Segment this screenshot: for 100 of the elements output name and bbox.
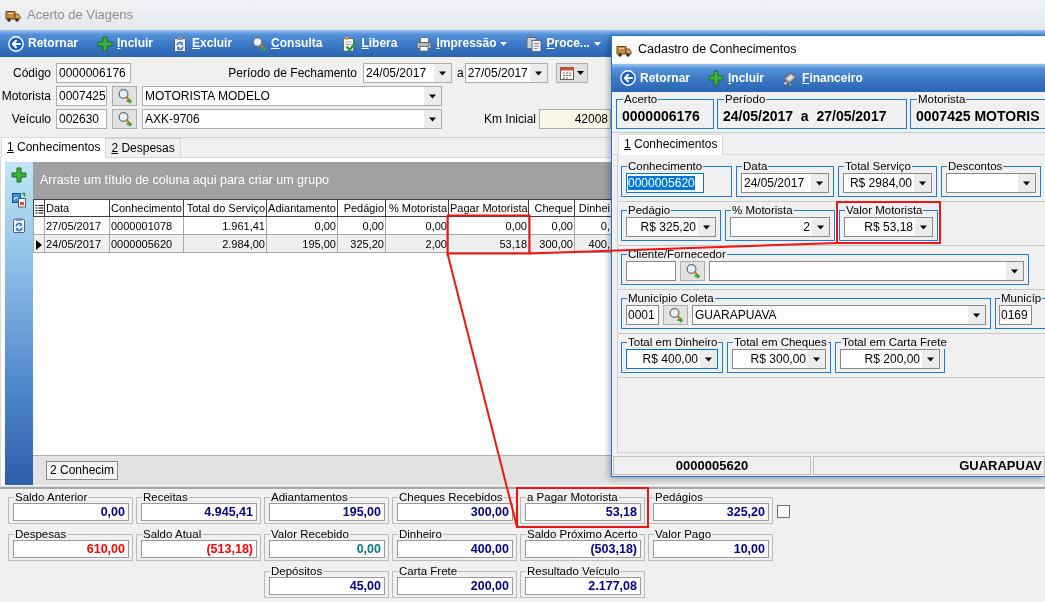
header-value: 0007425 MOTORIS xyxy=(916,107,1041,126)
search-icon xyxy=(116,111,133,127)
dropdown-field[interactable] xyxy=(946,173,1036,193)
printer-icon[interactable] xyxy=(416,35,433,52)
caret-icon[interactable] xyxy=(1018,174,1035,192)
documents-icon[interactable] xyxy=(526,35,543,52)
clipboard-icon[interactable] xyxy=(172,35,189,52)
group-title: Saldo Atual xyxy=(142,528,203,540)
value-field: 400,00 xyxy=(397,540,513,558)
input-field[interactable]: 0000005620 xyxy=(626,173,704,193)
dropdown-field[interactable]: 24/05/2017 xyxy=(363,63,452,83)
input-field[interactable]: 0007425 xyxy=(56,86,107,106)
row-header[interactable] xyxy=(33,216,45,235)
group-title: Despesas xyxy=(14,528,68,540)
clipboard-icon[interactable] xyxy=(11,217,27,233)
input-field[interactable]: 42008 xyxy=(539,109,611,129)
toolbar-button[interactable]: Incluir xyxy=(706,64,767,92)
dropdown-field[interactable]: AXK-9706 xyxy=(142,109,442,129)
value-field: (513,18) xyxy=(141,540,257,558)
caret-icon[interactable] xyxy=(698,218,715,236)
toolbar-button[interactable]: Retornar xyxy=(6,30,80,57)
dropdown-field[interactable]: R$ 325,20 xyxy=(626,217,716,237)
caret-icon[interactable] xyxy=(914,174,931,192)
dropdown-field[interactable]: 27/05/2017 xyxy=(464,63,548,83)
toolbar-button[interactable]: Libera xyxy=(339,30,400,57)
dropdown-field[interactable]: R$ 400,00 xyxy=(626,349,718,369)
search-icon[interactable] xyxy=(251,35,268,52)
dropdown-field[interactable]: R$ 200,00 xyxy=(840,349,940,369)
value-field: 0,00 xyxy=(13,503,129,521)
search-icon xyxy=(667,307,684,323)
caret-icon[interactable] xyxy=(576,71,584,75)
caret-icon[interactable] xyxy=(434,64,451,82)
input-field[interactable] xyxy=(626,261,676,281)
value-field: 300,00 xyxy=(397,503,513,521)
header-value: 0000006176 xyxy=(622,107,701,126)
dropdown-field[interactable]: MOTORISTA MODELO xyxy=(142,86,442,106)
calendar-icon[interactable] xyxy=(558,65,575,81)
row-header[interactable] xyxy=(33,234,45,253)
caret-icon[interactable] xyxy=(1006,262,1023,280)
dropdown-field[interactable] xyxy=(709,261,1024,281)
plus-icon[interactable] xyxy=(11,167,27,183)
caret-icon[interactable] xyxy=(915,218,932,236)
column-header[interactable]: Adiantamento xyxy=(266,199,338,217)
input-field[interactable]: 0000006176 xyxy=(56,63,131,83)
input-field[interactable]: 0001 xyxy=(626,305,659,325)
field-label: Descontos xyxy=(947,160,1004,173)
input-field[interactable]: 0169 xyxy=(999,305,1032,325)
lookup-button[interactable] xyxy=(663,305,688,325)
back-icon[interactable] xyxy=(620,70,636,86)
checklist-icon[interactable] xyxy=(341,35,358,52)
toolbar-button[interactable]: Financeiro xyxy=(780,64,865,92)
back-icon[interactable] xyxy=(8,35,24,52)
input-field[interactable]: 002630 xyxy=(56,109,107,129)
field-label: Km Inicial xyxy=(484,111,536,127)
caret-icon[interactable] xyxy=(811,174,828,192)
toolbar-button[interactable]: Incluir xyxy=(95,30,156,57)
toolbar-button[interactable]: Excluir xyxy=(170,30,235,57)
dropdown-field[interactable]: R$ 2984,00 xyxy=(843,173,932,193)
lookup-button[interactable] xyxy=(112,86,137,106)
tab[interactable]: 1 Conhecimentos xyxy=(1,137,107,158)
caret-icon[interactable] xyxy=(922,350,939,368)
caret-icon[interactable] xyxy=(812,218,829,236)
checkbox[interactable] xyxy=(777,505,790,518)
tab[interactable]: 2 Despesas xyxy=(105,138,181,157)
search-icon xyxy=(684,263,701,279)
caret-icon[interactable] xyxy=(968,306,985,324)
dropdown-field[interactable]: GUARAPUAVA xyxy=(692,305,986,325)
toolbar-button[interactable]: Consulta xyxy=(249,30,325,57)
field-label: Total em Dinheiro xyxy=(627,336,719,349)
column-header[interactable]: Total do Serviço xyxy=(183,199,267,217)
lookup-button[interactable] xyxy=(680,261,705,281)
field-label: Código xyxy=(11,65,51,81)
caret-icon[interactable] xyxy=(700,350,717,368)
column-header[interactable]: Dinhei xyxy=(574,199,612,217)
toolbar-button[interactable]: Retornar xyxy=(618,64,692,92)
caret-icon[interactable] xyxy=(529,64,547,82)
column-header[interactable]: Cheque xyxy=(528,199,575,217)
toolbar-button[interactable]: Impressão xyxy=(414,30,510,57)
field-label: Total em Cheques xyxy=(733,336,828,349)
column-header[interactable]: Pedágio xyxy=(337,199,386,217)
column-header[interactable]: % Motorista xyxy=(385,199,449,217)
tab[interactable]: 1 Conhecimentos xyxy=(618,134,724,155)
group-title: Depósitos xyxy=(270,565,324,577)
field-label: Período xyxy=(724,93,767,106)
caret-icon[interactable] xyxy=(424,110,441,128)
dropdown-field[interactable]: R$ 53,18 xyxy=(844,217,933,237)
dropdown-field[interactable]: 2 xyxy=(730,217,830,237)
lookup-button[interactable] xyxy=(112,109,137,129)
dropdown-field[interactable]: R$ 300,00 xyxy=(732,349,826,369)
calendar-button[interactable] xyxy=(555,63,588,83)
column-header[interactable]: Conhecimento xyxy=(109,199,184,217)
column-header[interactable]: Data xyxy=(44,199,110,217)
dropdown-field[interactable]: 24/05/2017 xyxy=(741,173,829,193)
device-icon[interactable] xyxy=(782,70,799,86)
caret-icon[interactable] xyxy=(424,87,441,105)
value-field: 4.945,41 xyxy=(141,503,257,521)
list-icon[interactable] xyxy=(34,204,44,215)
toolbar-button[interactable]: Proce... xyxy=(524,30,603,57)
caret-icon[interactable] xyxy=(808,350,825,368)
documents-icon[interactable] xyxy=(11,192,27,208)
